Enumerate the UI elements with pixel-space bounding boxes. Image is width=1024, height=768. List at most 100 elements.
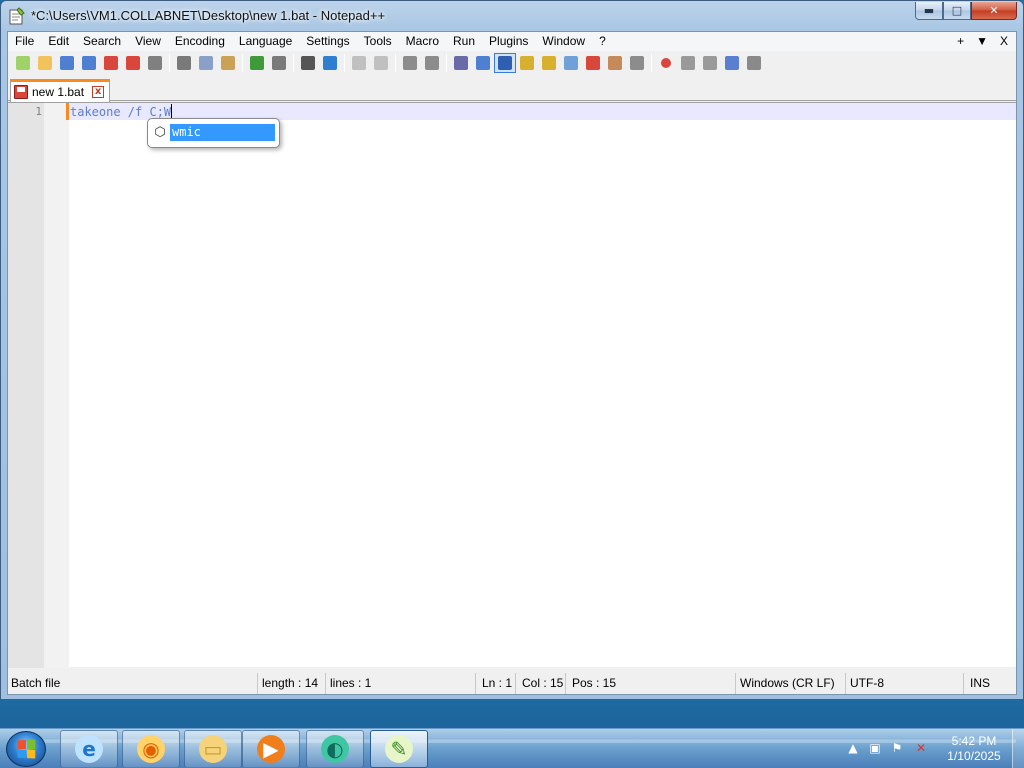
toolbar-separator xyxy=(446,54,447,72)
status-mode[interactable]: INS xyxy=(964,673,1016,694)
zoom-in-button[interactable] xyxy=(348,53,370,73)
menu-plugins[interactable]: Plugins xyxy=(482,32,535,51)
save-button[interactable] xyxy=(56,53,78,73)
autocomplete-suggestion: wmic xyxy=(170,124,275,141)
zoom-in-icon xyxy=(352,56,366,70)
internet-explorer-taskbar-button[interactable]: e xyxy=(60,730,118,768)
close-document-button[interactable]: X xyxy=(1000,32,1008,51)
show-all-chars-button[interactable] xyxy=(472,53,494,73)
clock[interactable]: 5:42 PM 1/10/2025 xyxy=(936,734,1012,764)
fold-margin[interactable] xyxy=(44,103,69,668)
word-wrap-button[interactable] xyxy=(450,53,472,73)
print-icon xyxy=(148,56,162,70)
sync-vertical-button[interactable] xyxy=(399,53,421,73)
toolbar-separator xyxy=(242,54,243,72)
notepad-plus-plus-taskbar-button[interactable]: ✎ xyxy=(370,730,428,768)
find-button[interactable] xyxy=(297,53,319,73)
monitoring-button[interactable] xyxy=(626,53,648,73)
menu-window[interactable]: Window xyxy=(535,32,592,51)
menu-help[interactable]: ? xyxy=(592,32,613,51)
chevron-up-icon[interactable]: ▲ xyxy=(846,741,860,755)
zoom-out-button[interactable] xyxy=(370,53,392,73)
function-list-button[interactable] xyxy=(582,53,604,73)
start-button[interactable] xyxy=(6,731,46,767)
network-icon[interactable]: ▣ xyxy=(868,741,882,755)
new-tab-button[interactable]: + xyxy=(957,32,964,51)
volume-muted-icon[interactable]: ✕ xyxy=(914,741,928,755)
menu-encoding[interactable]: Encoding xyxy=(168,32,232,51)
status-encoding[interactable]: UTF-8 xyxy=(846,673,964,694)
autocomplete-item[interactable]: ⬡ wmic xyxy=(152,123,275,142)
close-button[interactable]: ✕ xyxy=(971,2,1017,20)
cut-button[interactable] xyxy=(173,53,195,73)
stop-macro-button[interactable] xyxy=(677,53,699,73)
save-all-button[interactable] xyxy=(78,53,100,73)
play-macro-button[interactable] xyxy=(699,53,721,73)
menu-macro[interactable]: Macro xyxy=(399,32,446,51)
toolbar-separator xyxy=(293,54,294,72)
menu-run[interactable]: Run xyxy=(446,32,482,51)
open-file-icon xyxy=(38,56,52,70)
media-player-taskbar-button[interactable]: ▶ xyxy=(242,730,300,768)
action-center-flag-icon[interactable]: ⚑ xyxy=(890,741,904,755)
minimize-icon: ▬ xyxy=(923,4,935,17)
show-desktop-button[interactable] xyxy=(1012,729,1024,768)
paste-button[interactable] xyxy=(217,53,239,73)
copy-button[interactable] xyxy=(195,53,217,73)
monitoring-icon xyxy=(630,56,644,70)
chat-app-taskbar-button[interactable]: ◐ xyxy=(306,730,364,768)
save-macro-button[interactable] xyxy=(743,53,765,73)
window-title: *C:\Users\VM1.COLLABNET\Desktop\new 1.ba… xyxy=(31,8,386,23)
editor-area[interactable]: 1 takeone /f C;W xyxy=(8,102,1016,743)
windows-logo-icon xyxy=(17,739,36,759)
toolbar xyxy=(8,52,1016,74)
menu-edit[interactable]: Edit xyxy=(41,32,76,51)
doc-list-button[interactable] xyxy=(560,53,582,73)
indent-guide-button[interactable] xyxy=(494,53,516,73)
menu-search[interactable]: Search xyxy=(76,32,128,51)
maximize-icon: □ xyxy=(951,4,963,17)
file-explorer-taskbar-button[interactable]: ▭ xyxy=(184,730,242,768)
menu-view[interactable]: View xyxy=(128,32,168,51)
title-bar[interactable]: *C:\Users\VM1.COLLABNET\Desktop\new 1.ba… xyxy=(1,1,1023,31)
function-list-icon xyxy=(586,56,600,70)
taskbar: e ◉ ▭ ▶ ◐ ✎ ▲ ▣ ⚑ ✕ 5:42 PM 1/10/2025 xyxy=(0,728,1024,768)
print-button[interactable] xyxy=(144,53,166,73)
status-eol[interactable]: Windows (CR LF) xyxy=(736,673,846,694)
save-icon xyxy=(60,56,74,70)
tab-close-icon[interactable]: x xyxy=(92,86,105,98)
udl-button[interactable] xyxy=(516,53,538,73)
status-ln: Ln : 1 xyxy=(476,673,516,694)
doc-map-button[interactable] xyxy=(538,53,560,73)
cut-icon xyxy=(177,56,191,70)
close-all-icon xyxy=(126,56,140,70)
undo-button[interactable] xyxy=(246,53,268,73)
play-macro-icon xyxy=(703,56,717,70)
replace-button[interactable] xyxy=(319,53,341,73)
chat-app-icon: ◐ xyxy=(321,735,349,763)
close-button[interactable] xyxy=(100,53,122,73)
folder-workspace-button[interactable] xyxy=(604,53,626,73)
run-multiple-macro-button[interactable] xyxy=(721,53,743,73)
menu-tools[interactable]: Tools xyxy=(357,32,399,51)
tab-list-button[interactable]: ▼ xyxy=(976,32,988,51)
doc-map-icon xyxy=(542,56,556,70)
status-file-type: Batch file xyxy=(8,673,258,694)
maximize-button[interactable]: □ xyxy=(943,2,971,20)
close-all-button[interactable] xyxy=(122,53,144,73)
minimize-button[interactable]: ▬ xyxy=(915,2,943,20)
menu-settings[interactable]: Settings xyxy=(299,32,356,51)
file-explorer-icon: ▭ xyxy=(199,735,227,763)
firefox-taskbar-button[interactable]: ◉ xyxy=(122,730,180,768)
menu-language[interactable]: Language xyxy=(232,32,299,51)
open-file-button[interactable] xyxy=(34,53,56,73)
new-file-icon xyxy=(16,56,30,70)
tab-new-1-bat[interactable]: new 1.bat x xyxy=(10,79,110,102)
sync-horizontal-button[interactable] xyxy=(421,53,443,73)
new-file-button[interactable] xyxy=(12,53,34,73)
menu-file[interactable]: File xyxy=(8,32,41,51)
record-macro-button[interactable] xyxy=(655,53,677,73)
sync-vertical-icon xyxy=(403,56,417,70)
sync-horizontal-icon xyxy=(425,56,439,70)
redo-button[interactable] xyxy=(268,53,290,73)
